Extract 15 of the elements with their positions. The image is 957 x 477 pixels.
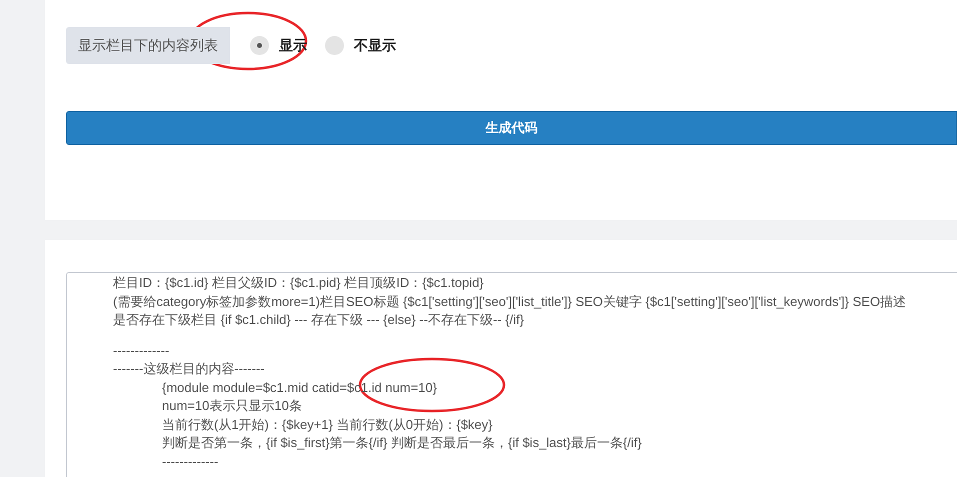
code-line: 判断是否第一条，{if $is_first}第一条{/if} 判断是否最后一条，{if $is_last}最后一条{/if}	[162, 435, 642, 450]
code-line: 是否存在下级栏目 {if $c1.child} --- 存在下级 --- {else} --不存在下级-- {/if}	[113, 312, 524, 327]
code-textarea[interactable]	[66, 272, 957, 477]
code-line: -------这级栏目的内容-------	[113, 361, 265, 376]
code-line: 栏目ID：{$c1.id} 栏目父级ID：{$c1.pid} 栏目顶级ID：{$c1.topid}	[113, 275, 484, 290]
code-line: -------------	[113, 342, 170, 358]
code-line: (需要给category标签加参数more=1)栏目SEO标题 {$c1['setting']['seo']['list_title']} SEO关键字 {$c1['setting']['seo']['list_keywords']} SEO描述	[113, 294, 906, 308]
code-line: num=10表示只显示10条	[162, 398, 302, 413]
radio-button[interactable]	[250, 36, 269, 55]
generate-code-button[interactable]: 生成代码	[66, 111, 957, 145]
radio-button[interactable]	[325, 36, 344, 55]
code-line: -------------	[162, 454, 218, 468]
code-line: 当前行数(从1开始)：{$key+1} 当前行数(从0开始)：{$key}	[162, 416, 492, 432]
field-label: 显示栏目下的内容列表	[66, 27, 230, 64]
radio-option[interactable]: 不显示	[325, 35, 396, 56]
